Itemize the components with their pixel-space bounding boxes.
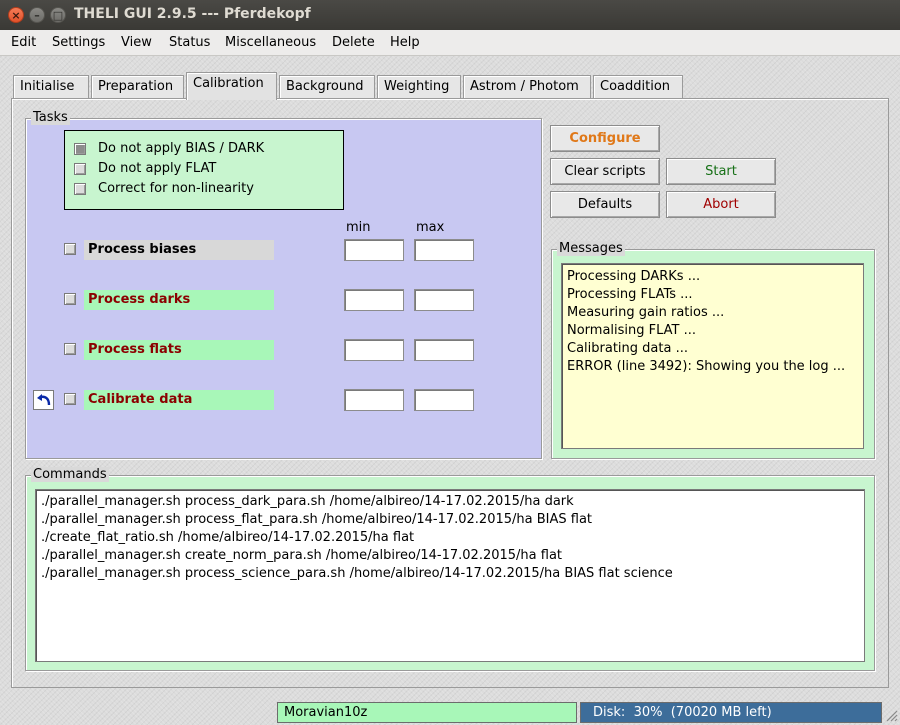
menu-bar: Edit Settings View Status Miscellaneous …: [0, 30, 900, 56]
menu-status[interactable]: Status: [169, 35, 210, 50]
menu-miscellaneous[interactable]: Miscellaneous: [225, 35, 316, 50]
configure-button[interactable]: Configure: [550, 125, 660, 152]
message-line: Processing DARKs ...: [567, 269, 701, 284]
max-column-header: max: [416, 220, 445, 235]
command-line: ./parallel_manager.sh process_dark_para.…: [41, 494, 574, 509]
command-line: ./parallel_manager.sh process_flat_para.…: [41, 512, 593, 527]
process-flats-checkbox[interactable]: [64, 343, 76, 355]
process-darks-checkbox[interactable]: [64, 293, 76, 305]
minimize-window-icon[interactable]: –: [29, 7, 45, 23]
commands-editor[interactable]: ./parallel_manager.sh process_dark_para.…: [35, 489, 865, 662]
start-button[interactable]: Start: [666, 158, 776, 185]
clear-scripts-button[interactable]: Clear scripts: [550, 158, 660, 185]
tab-weighting[interactable]: Weighting: [377, 75, 461, 98]
message-line: Processing FLATs ...: [567, 287, 693, 302]
tab-preparation[interactable]: Preparation: [91, 75, 184, 98]
darks-max-input[interactable]: [414, 289, 474, 311]
undo-calibration-button[interactable]: [33, 390, 54, 410]
disk-usage-text: Disk: 30% (70020 MB left): [593, 705, 772, 720]
message-line: Calibrating data ...: [567, 341, 688, 356]
non-linearity-checkbox[interactable]: [74, 183, 86, 195]
process-darks-label: Process darks: [84, 290, 274, 310]
tab-background[interactable]: Background: [279, 75, 375, 98]
message-line: Measuring gain ratios ...: [567, 305, 725, 320]
commands-title: Commands: [31, 467, 109, 482]
process-biases-label: Process biases: [84, 240, 274, 260]
tab-coaddition[interactable]: Coaddition: [593, 75, 683, 98]
menu-delete[interactable]: Delete: [332, 35, 375, 50]
disk-usage-bar: Disk: 30% (70020 MB left): [580, 702, 882, 723]
menu-help[interactable]: Help: [390, 35, 420, 50]
tasks-title: Tasks: [31, 110, 70, 125]
darks-min-input[interactable]: [344, 289, 404, 311]
no-bias-dark-label: Do not apply BIAS / DARK: [98, 141, 265, 156]
menu-settings[interactable]: Settings: [52, 35, 105, 50]
instrument-status: Moravian10z: [277, 702, 577, 723]
process-biases-checkbox[interactable]: [64, 243, 76, 255]
min-column-header: min: [346, 220, 371, 235]
non-linearity-label: Correct for non-linearity: [98, 181, 254, 196]
calibrate-min-input[interactable]: [344, 389, 404, 411]
command-line: ./parallel_manager.sh create_norm_para.s…: [41, 548, 563, 563]
abort-button[interactable]: Abort: [666, 191, 776, 218]
command-line: ./parallel_manager.sh process_science_pa…: [41, 566, 673, 581]
resize-grip-icon[interactable]: [884, 708, 898, 722]
process-flats-label: Process flats: [84, 340, 274, 360]
messages-log[interactable]: Processing DARKs ... Processing FLATs ..…: [561, 263, 864, 449]
command-line: ./create_flat_ratio.sh /home/albireo/14-…: [41, 530, 415, 545]
maximize-window-icon[interactable]: □: [50, 7, 66, 23]
defaults-button[interactable]: Defaults: [550, 191, 660, 218]
menu-edit[interactable]: Edit: [11, 35, 36, 50]
flats-max-input[interactable]: [414, 339, 474, 361]
biases-max-input[interactable]: [414, 239, 474, 261]
flats-min-input[interactable]: [344, 339, 404, 361]
no-flat-checkbox[interactable]: [74, 163, 86, 175]
messages-title: Messages: [557, 241, 625, 256]
message-line: ERROR (line 3492): Showing you the log .…: [567, 359, 846, 374]
calibrate-data-checkbox[interactable]: [64, 393, 76, 405]
title-bar: × – □ THELI GUI 2.9.5 --- Pferdekopf: [0, 0, 900, 30]
no-bias-dark-checkbox[interactable]: [74, 143, 86, 155]
close-window-icon[interactable]: ×: [8, 7, 24, 23]
calibrate-data-label: Calibrate data: [84, 390, 274, 410]
message-line: Normalising FLAT ...: [567, 323, 697, 338]
tab-astrom-photom[interactable]: Astrom / Photom: [463, 75, 591, 98]
window-title: THELI GUI 2.9.5 --- Pferdekopf: [74, 6, 311, 22]
no-flat-label: Do not apply FLAT: [98, 161, 217, 176]
menu-view[interactable]: View: [121, 35, 152, 50]
undo-arrow-icon: [36, 394, 50, 406]
calibrate-max-input[interactable]: [414, 389, 474, 411]
biases-min-input[interactable]: [344, 239, 404, 261]
tab-initialise[interactable]: Initialise: [13, 75, 89, 98]
tab-calibration[interactable]: Calibration: [186, 72, 277, 100]
